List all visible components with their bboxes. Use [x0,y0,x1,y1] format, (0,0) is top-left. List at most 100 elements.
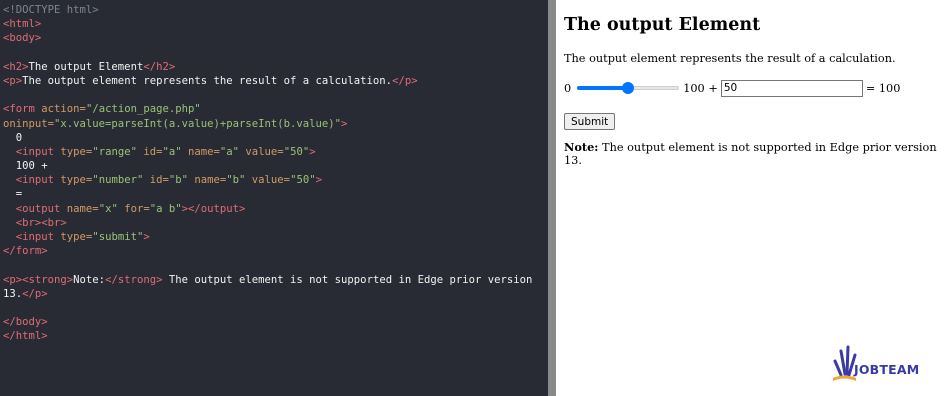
number-input[interactable] [720,79,863,97]
code-token: 0 [3,131,23,144]
pane-divider[interactable] [548,0,556,396]
code-token: <form [3,103,42,116]
code-token: 100 + [3,160,48,173]
code-token: value= [245,145,284,158]
code-line: 100 + [3,159,548,173]
code-token: 13. [3,287,23,300]
code-token: "a" [162,145,188,158]
note-label: Note: [564,140,599,154]
code-token: "a b" [149,202,182,215]
code-token: name= [188,145,220,158]
code-line: <form action="/action_page.php" [3,102,548,116]
code-line: <input type="range" id="a" name="a" valu… [3,145,548,159]
result-preview: The output Element The output element re… [556,0,946,396]
code-token: > [309,145,316,158]
note-text: The output element is not supported in E… [564,141,937,167]
code-editor[interactable]: <!DOCTYPE html> <html> <body> <h2>The outpu… [0,0,548,396]
code-token: </body> [3,316,48,329]
code-token: > [315,174,322,187]
code-line: <p><strong>Note:</strong> The output ele… [3,273,548,287]
code-token: <br><br> [15,216,67,229]
page-heading: The output Element [564,15,761,35]
code-token: The output element is not supported in E… [162,273,533,286]
code-token: <input [15,174,61,187]
code-token: type= [60,145,93,158]
code-token: <h2> [3,60,29,73]
page-description: The output element represents the result… [564,52,896,65]
code-token: "range" [92,145,144,158]
range-thumb[interactable] [622,82,635,94]
code-token: oninput= [3,117,55,130]
code-token: "50" [283,145,310,158]
code-token: ></output> [181,202,246,215]
code-line: 0 [3,131,548,145]
code-token: "b" [168,174,195,187]
code-token: name= [66,202,99,215]
code-token: for= [124,202,150,215]
code-line: 13.</p> [3,287,548,301]
submit-button[interactable]: Submit [564,113,616,130]
code-token: </h2> [143,60,176,73]
code-token: Note: [73,273,106,286]
code-token: </p> [392,74,418,87]
code-token: </strong> [105,273,163,286]
range-min-label: 0 [564,81,572,95]
code-token: > [341,117,348,130]
code-line: <br><br> [3,216,548,230]
calculation-form: 0 100 + = 100 [564,79,946,97]
code-line: </html> [3,329,548,343]
code-token: <html> [3,18,42,31]
code-token: action= [41,103,86,116]
code-line: <input type="number" id="b" name="b" val… [3,173,548,187]
code-token: id= [143,145,163,158]
code-token: name= [194,174,227,187]
code-token: value= [251,174,291,187]
code-token: <input [15,231,61,243]
code-token: "50" [290,174,316,187]
code-line: <output name="x" for="a b"></output> [3,202,548,216]
code-line: <p>The output element represents the res… [3,74,548,88]
code-line: <html> [3,17,548,31]
note-paragraph: Note: The output element is not supporte… [564,140,946,167]
code-line: </form> [3,244,548,258]
code-line: <body> [3,31,548,45]
code-token: The output Element [28,60,144,73]
code-token: "/action_page.php" [85,103,201,116]
code-line: oninput="x.value=parseInt(a.value)+parse… [3,117,548,131]
code-token: </html> [3,330,48,343]
logo-text: JOBTEAM [854,362,920,377]
code-token: "a" [219,145,246,158]
code-token: id= [149,174,169,187]
code-line: </body> [3,315,548,329]
jobteam-logo: JOBTEAM [832,345,932,385]
range-slider[interactable] [577,80,680,96]
code-token: "b" [226,174,252,187]
output-result: = 100 [865,81,901,95]
code-token: </p> [22,287,48,300]
code-token: <p><strong> [3,273,74,286]
code-token: <p> [3,74,23,87]
code-line: <input type="submit"> [3,230,548,244]
code-line: <h2>The output Element</h2> [3,60,548,74]
range-max-label: 100 + [683,81,718,95]
code-line: <!DOCTYPE html> [3,3,548,17]
range-fill [577,86,629,90]
code-token: </form> [3,245,48,258]
code-line: = [3,187,548,201]
code-token: > [143,231,150,243]
code-token: <body> [3,32,42,45]
code-token: "x" [98,202,125,215]
code-token: "x.value=parseInt(a.value)+parseInt(b.va… [54,117,342,130]
code-token: <input [15,145,61,158]
code-token: <!DOCTYPE html> [3,4,99,16]
code-token: type= [60,174,93,187]
